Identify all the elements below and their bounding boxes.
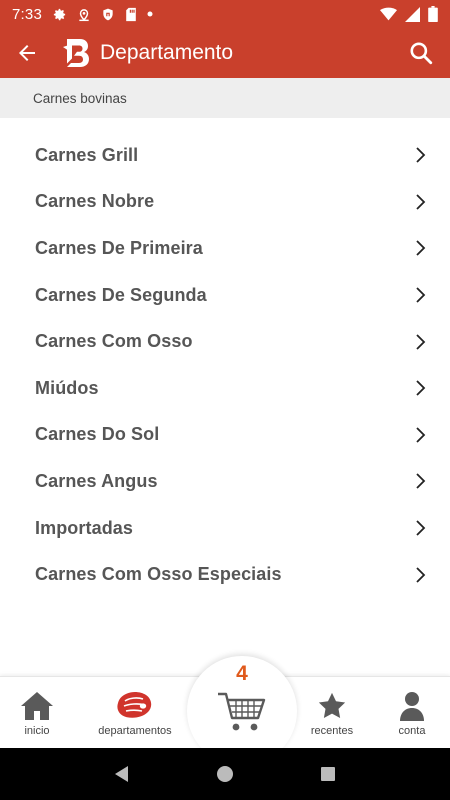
nav-departments-label: departamentos (98, 725, 172, 737)
circle-home-icon (216, 766, 233, 782)
chevron-right-icon (414, 426, 428, 444)
nav-recent-label: recentes (310, 725, 354, 737)
shield-icon (101, 7, 115, 22)
battery-icon (428, 6, 438, 22)
list-item[interactable]: Carnes De Segunda (0, 272, 450, 319)
list-item[interactable]: Carnes Com Osso (0, 318, 450, 365)
system-nav-bar (0, 748, 450, 800)
list-item-label: Carnes De Segunda (35, 284, 207, 305)
list-item-label: Carnes Angus (35, 470, 158, 491)
list-item-label: Carnes Grill (35, 144, 139, 165)
section-header: Carnes bovinas (0, 78, 450, 118)
person-icon (400, 692, 424, 721)
screen: 7:33 Departamento Carnes bovinas Carnes … (0, 0, 450, 800)
chevron-right-icon (414, 333, 428, 351)
system-home-button[interactable] (205, 754, 245, 794)
nav-account[interactable]: conta (384, 677, 440, 749)
chevron-right-icon (414, 566, 428, 584)
list-item-label: Carnes Com Osso (35, 331, 193, 352)
wifi-icon (380, 7, 397, 21)
back-button[interactable] (2, 28, 52, 78)
chevron-right-icon (414, 472, 428, 490)
list-item[interactable]: Miúdos (0, 365, 450, 412)
square-recents-icon (321, 767, 336, 781)
status-time: 7:33 (12, 5, 42, 23)
list-item[interactable]: Importadas (0, 505, 450, 552)
status-bar: 7:33 (0, 0, 450, 28)
list-item[interactable]: Carnes Grill (0, 132, 450, 179)
list-item-label: Carnes De Primeira (35, 237, 203, 258)
status-system-icons (380, 6, 438, 22)
system-recents-button[interactable] (308, 754, 348, 794)
arrow-back-icon (19, 45, 35, 61)
app-bar: Departamento (0, 28, 450, 78)
list-item-label: Importadas (35, 517, 134, 538)
list-item[interactable]: Carnes Do Sol (0, 412, 450, 459)
triangle-back-icon (114, 766, 128, 782)
location-icon (77, 7, 91, 22)
nav-account-label: conta (398, 725, 426, 737)
chevron-right-icon (414, 519, 428, 537)
chevron-right-icon (414, 379, 428, 397)
list-item[interactable]: Carnes Angus (0, 458, 450, 505)
nav-departments[interactable]: departamentos (92, 677, 178, 749)
page-title: Departamento (100, 41, 234, 64)
home-icon (21, 692, 53, 720)
list-item-label: Miúdos (35, 377, 99, 398)
search-icon (410, 42, 433, 65)
star-icon (318, 692, 346, 718)
chevron-right-icon (414, 239, 428, 257)
nav-home-label: inicio (24, 725, 50, 737)
system-back-button[interactable] (102, 754, 142, 794)
list-item-label: Carnes Do Sol (35, 424, 160, 445)
brand-logo (60, 36, 94, 70)
chevron-right-icon (414, 286, 428, 304)
dot-icon (147, 11, 153, 17)
chevron-right-icon (414, 193, 428, 211)
list-item[interactable]: Carnes De Primeira (0, 225, 450, 272)
settings-icon (52, 7, 67, 22)
cart-count-badge: 4 (236, 662, 248, 685)
nav-recent[interactable]: recentes (302, 677, 362, 749)
steak-icon (117, 692, 152, 718)
list-item[interactable]: Carnes Com Osso Especiais (0, 551, 450, 598)
category-list: Carnes Grill Carnes Nobre Carnes De Prim… (0, 132, 450, 598)
shopping-cart-icon (218, 692, 266, 731)
list-item-label: Carnes Com Osso Especiais (35, 564, 282, 585)
nav-home[interactable]: inicio (8, 677, 66, 749)
chevron-right-icon (414, 146, 428, 164)
section-title: Carnes bovinas (33, 90, 127, 106)
list-item-label: Carnes Nobre (35, 191, 155, 212)
status-notification-icons (52, 7, 153, 22)
list-item[interactable]: Carnes Nobre (0, 179, 450, 226)
sd-card-icon (125, 7, 137, 22)
search-button[interactable] (396, 28, 446, 78)
signal-icon (405, 6, 420, 22)
